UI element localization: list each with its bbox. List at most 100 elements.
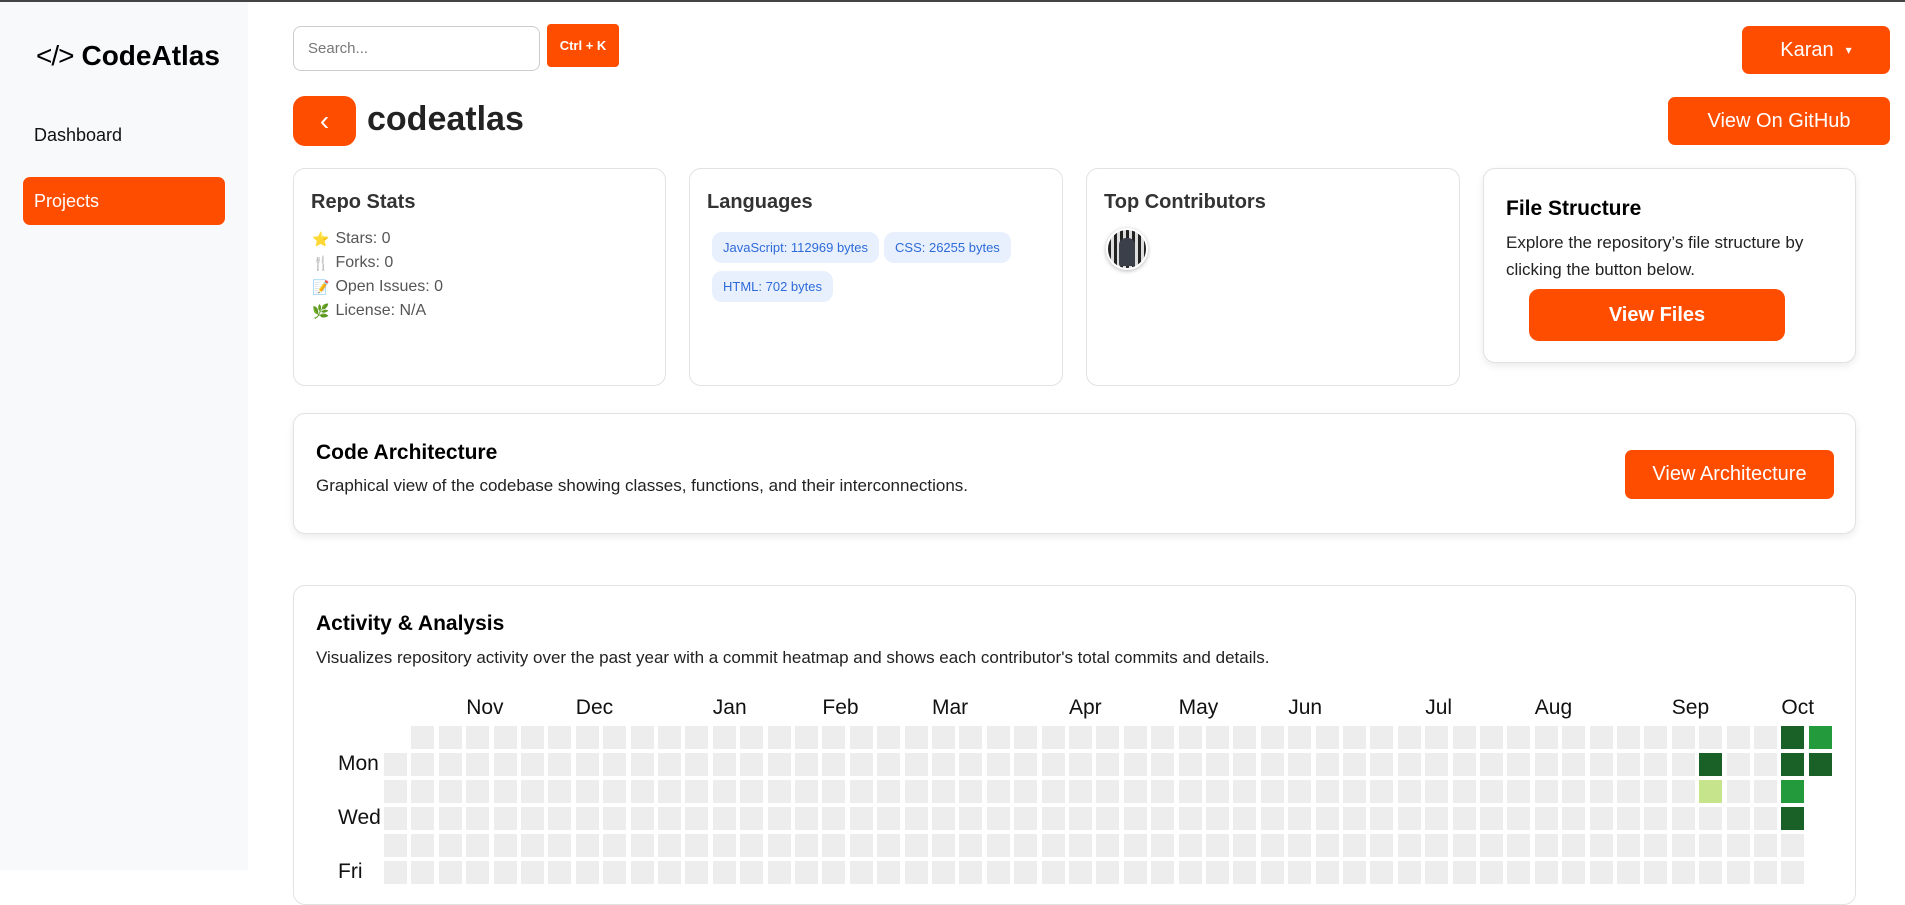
heatmap-cell[interactable] bbox=[932, 726, 955, 749]
heatmap-cell[interactable] bbox=[767, 861, 791, 884]
heatmap-cell[interactable] bbox=[1233, 807, 1257, 830]
heatmap-cell[interactable] bbox=[1781, 726, 1805, 749]
heatmap-cell[interactable] bbox=[658, 753, 681, 776]
heatmap-cell[interactable] bbox=[438, 753, 462, 776]
heatmap-cell[interactable] bbox=[904, 753, 928, 776]
heatmap-cell[interactable] bbox=[1206, 834, 1229, 857]
heatmap-cell[interactable] bbox=[932, 807, 955, 830]
heatmap-cell[interactable] bbox=[1781, 861, 1805, 884]
heatmap-cell[interactable] bbox=[1206, 753, 1229, 776]
heatmap-cell[interactable] bbox=[795, 780, 818, 803]
heatmap-cell[interactable] bbox=[411, 834, 435, 857]
heatmap-cell[interactable] bbox=[384, 753, 407, 776]
heatmap-cell[interactable] bbox=[1123, 753, 1147, 776]
heatmap-cell[interactable] bbox=[1480, 861, 1503, 884]
heatmap-cell[interactable] bbox=[1562, 780, 1586, 803]
heatmap-cell[interactable] bbox=[521, 807, 544, 830]
heatmap-cell[interactable] bbox=[1288, 753, 1312, 776]
heatmap-cell[interactable] bbox=[1178, 726, 1202, 749]
heatmap-cell[interactable] bbox=[795, 807, 818, 830]
heatmap-cell[interactable] bbox=[959, 780, 983, 803]
heatmap-cell[interactable] bbox=[1507, 780, 1531, 803]
heatmap-cell[interactable] bbox=[1425, 753, 1449, 776]
sidebar-item-projects[interactable]: Projects bbox=[23, 177, 225, 225]
heatmap-cell[interactable] bbox=[1315, 807, 1339, 830]
heatmap-cell[interactable] bbox=[1260, 753, 1284, 776]
heatmap-cell[interactable] bbox=[1480, 834, 1503, 857]
heatmap-cell[interactable] bbox=[1589, 807, 1613, 830]
heatmap-cell[interactable] bbox=[932, 780, 955, 803]
heatmap-cell[interactable] bbox=[1315, 861, 1339, 884]
heatmap-cell[interactable] bbox=[1206, 807, 1229, 830]
heatmap-cell[interactable] bbox=[466, 861, 490, 884]
heatmap-cell[interactable] bbox=[1151, 834, 1175, 857]
heatmap-cell[interactable] bbox=[1534, 861, 1558, 884]
heatmap-cell[interactable] bbox=[1041, 753, 1065, 776]
heatmap-cell[interactable] bbox=[1480, 807, 1503, 830]
heatmap-cell[interactable] bbox=[1562, 807, 1586, 830]
heatmap-cell[interactable] bbox=[1617, 807, 1640, 830]
heatmap-cell[interactable] bbox=[1014, 753, 1038, 776]
heatmap-cell[interactable] bbox=[1123, 807, 1147, 830]
heatmap-cell[interactable] bbox=[1754, 726, 1777, 749]
heatmap-cell[interactable] bbox=[986, 807, 1010, 830]
heatmap-cell[interactable] bbox=[1808, 753, 1832, 776]
heatmap-cell[interactable] bbox=[1617, 861, 1640, 884]
heatmap-cell[interactable] bbox=[1260, 780, 1284, 803]
heatmap-cell[interactable] bbox=[1370, 834, 1394, 857]
heatmap-cell[interactable] bbox=[712, 726, 736, 749]
heatmap-cell[interactable] bbox=[822, 807, 846, 830]
heatmap-cell[interactable] bbox=[1041, 726, 1065, 749]
heatmap-cell[interactable] bbox=[1562, 834, 1586, 857]
heatmap-cell[interactable] bbox=[1014, 834, 1038, 857]
heatmap-cell[interactable] bbox=[466, 807, 490, 830]
heatmap-cell[interactable] bbox=[822, 726, 846, 749]
heatmap-cell[interactable] bbox=[384, 780, 407, 803]
heatmap-cell[interactable] bbox=[685, 807, 709, 830]
heatmap-cell[interactable] bbox=[1452, 726, 1476, 749]
heatmap-cell[interactable] bbox=[1288, 726, 1312, 749]
heatmap-cell[interactable] bbox=[603, 834, 627, 857]
heatmap-cell[interactable] bbox=[932, 834, 955, 857]
heatmap-cell[interactable] bbox=[932, 861, 955, 884]
heatmap-cell[interactable] bbox=[1069, 753, 1092, 776]
heatmap-cell[interactable] bbox=[1589, 780, 1613, 803]
heatmap-cell[interactable] bbox=[1699, 753, 1723, 776]
heatmap-cell[interactable] bbox=[1206, 726, 1229, 749]
heatmap-cell[interactable] bbox=[877, 780, 901, 803]
heatmap-cell[interactable] bbox=[685, 753, 709, 776]
heatmap-cell[interactable] bbox=[603, 780, 627, 803]
heatmap-cell[interactable] bbox=[1425, 807, 1449, 830]
heatmap-cell[interactable] bbox=[712, 834, 736, 857]
heatmap-cell[interactable] bbox=[521, 753, 544, 776]
heatmap-cell[interactable] bbox=[740, 726, 764, 749]
heatmap-cell[interactable] bbox=[493, 807, 517, 830]
heatmap-cell[interactable] bbox=[438, 834, 462, 857]
heatmap-cell[interactable] bbox=[849, 726, 873, 749]
heatmap-cell[interactable] bbox=[603, 807, 627, 830]
heatmap-cell[interactable] bbox=[767, 834, 791, 857]
heatmap-cell[interactable] bbox=[575, 861, 599, 884]
heatmap-cell[interactable] bbox=[1808, 726, 1832, 749]
heatmap-cell[interactable] bbox=[740, 861, 764, 884]
heatmap-cell[interactable] bbox=[1671, 753, 1695, 776]
heatmap-cell[interactable] bbox=[411, 726, 435, 749]
heatmap-cell[interactable] bbox=[986, 861, 1010, 884]
heatmap-cell[interactable] bbox=[603, 753, 627, 776]
heatmap-cell[interactable] bbox=[1315, 753, 1339, 776]
heatmap-cell[interactable] bbox=[959, 834, 983, 857]
heatmap-cell[interactable] bbox=[1370, 861, 1394, 884]
heatmap-cell[interactable] bbox=[932, 753, 955, 776]
heatmap-cell[interactable] bbox=[1041, 861, 1065, 884]
heatmap-cell[interactable] bbox=[1206, 861, 1229, 884]
heatmap-cell[interactable] bbox=[1617, 834, 1640, 857]
heatmap-cell[interactable] bbox=[1178, 861, 1202, 884]
heatmap-cell[interactable] bbox=[1014, 780, 1038, 803]
heatmap-cell[interactable] bbox=[603, 726, 627, 749]
heatmap-cell[interactable] bbox=[1397, 861, 1421, 884]
heatmap-cell[interactable] bbox=[1096, 807, 1120, 830]
heatmap-cell[interactable] bbox=[1041, 807, 1065, 830]
shortcut-button[interactable]: Ctrl + K bbox=[547, 24, 619, 67]
heatmap-cell[interactable] bbox=[1671, 834, 1695, 857]
heatmap-cell[interactable] bbox=[1315, 726, 1339, 749]
